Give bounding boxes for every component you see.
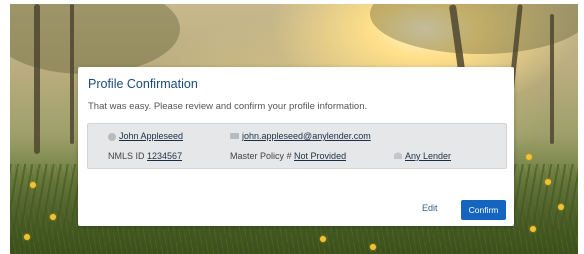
- nmls-label: NMLS ID: [108, 151, 145, 161]
- tree-trunk: [550, 14, 554, 144]
- bank-icon: [394, 152, 402, 160]
- tree-canopy: [370, 4, 578, 54]
- dialog-subtitle: That was easy. Please review and confirm…: [88, 101, 368, 112]
- flower: [545, 179, 551, 185]
- nmls-value[interactable]: 1234567: [147, 151, 182, 161]
- profile-name: John Appleseed: [108, 128, 183, 144]
- flower: [50, 214, 56, 220]
- profile-info-panel: John Appleseed john.appleseed@anylender.…: [87, 123, 507, 169]
- master-policy-label: Master Policy #: [230, 151, 292, 161]
- profile-email: john.appleseed@anylender.com: [230, 128, 371, 144]
- master-policy-value[interactable]: Not Provided: [294, 151, 346, 161]
- mail-icon: [230, 132, 239, 139]
- profile-row-ids: NMLS ID 1234567 Master Policy # Not Prov…: [88, 148, 506, 164]
- flower: [370, 244, 376, 250]
- flower: [24, 234, 30, 240]
- flower: [558, 204, 564, 210]
- flower: [30, 182, 36, 188]
- flower: [526, 154, 532, 160]
- lender-link[interactable]: Any Lender: [405, 151, 451, 161]
- dialog-title: Profile Confirmation: [88, 77, 198, 91]
- lender: Any Lender: [394, 148, 451, 164]
- edit-button[interactable]: Edit: [422, 203, 438, 213]
- profile-confirmation-dialog: Profile Confirmation That was easy. Plea…: [78, 67, 514, 226]
- nmls-id: NMLS ID 1234567: [108, 148, 182, 164]
- profile-name-link[interactable]: John Appleseed: [119, 131, 183, 141]
- person-icon: [108, 132, 116, 141]
- master-policy: Master Policy # Not Provided: [230, 148, 346, 164]
- flower: [320, 236, 326, 242]
- tree-trunk: [34, 4, 40, 154]
- flower: [530, 226, 536, 232]
- profile-row-contact: John Appleseed john.appleseed@anylender.…: [88, 128, 506, 144]
- confirm-button[interactable]: Confirm: [461, 200, 506, 220]
- profile-email-link[interactable]: john.appleseed@anylender.com: [242, 131, 371, 141]
- tree-trunk: [70, 4, 74, 144]
